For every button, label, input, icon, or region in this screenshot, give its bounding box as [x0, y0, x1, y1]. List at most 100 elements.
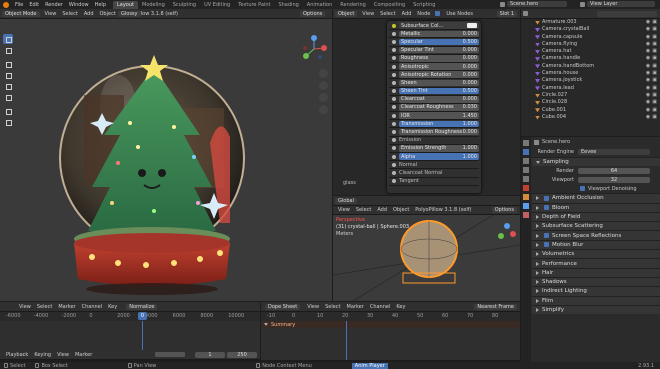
visibility-eye-icon[interactable]: ◉: [646, 77, 650, 84]
tab-texture-paint[interactable]: Texture Paint: [234, 1, 274, 9]
tab-compositing[interactable]: Compositing: [370, 1, 409, 9]
dope-menu-key[interactable]: Key: [393, 304, 408, 310]
panel-depth-of-field[interactable]: Depth of Field: [532, 211, 660, 222]
shader-prop-field[interactable]: Anisotropic Rotation 0.000: [399, 71, 479, 78]
shader-prop-row[interactable]: Emission Strength 1.000: [389, 145, 479, 153]
move-tool-icon[interactable]: [3, 59, 13, 69]
camera-view[interactable]: Perspective (31) crystal-ball | Sphere.0…: [333, 215, 520, 301]
visibility-eye-icon[interactable]: ◉: [646, 19, 650, 26]
shader-prop-row[interactable]: Transmission 1.000: [389, 120, 479, 129]
shader-menu-select[interactable]: Select: [377, 11, 398, 17]
shader-slot-selector[interactable]: Object: [335, 10, 358, 17]
shader-menu-node[interactable]: Node: [414, 11, 433, 17]
panel-ambient-occlusion[interactable]: Ambient Occlusion: [532, 193, 660, 203]
panel-enable-checkbox[interactable]: [544, 242, 549, 248]
outliner-item[interactable]: Camera.capsule ◉ ▣: [521, 33, 660, 41]
render-camera-icon[interactable]: ▣: [652, 41, 657, 48]
navigation-gizmo[interactable]: [300, 35, 328, 63]
start-frame-field[interactable]: 1: [195, 351, 225, 358]
outliner-item[interactable]: Armature.003 ◉ ▣: [521, 19, 660, 27]
shader-prop-field[interactable]: IOR 1.450: [399, 112, 479, 119]
panel-indirect-lighting[interactable]: Indirect Lighting: [532, 286, 660, 296]
shader-prop-field[interactable]: Alpha 1.000: [399, 153, 479, 160]
shader-prop-field[interactable]: Specular Tint 0.000: [399, 46, 479, 54]
camera-menu-select[interactable]: Select: [353, 207, 374, 213]
playhead-frame[interactable]: 0: [138, 312, 147, 320]
render-camera-icon[interactable]: ▣: [652, 114, 657, 121]
outliner[interactable]: Armature.003 ◉ ▣ Camera.crystalBall ◉ ▣ Camera…: [521, 19, 660, 136]
zoom-icon[interactable]: [319, 69, 328, 78]
pan-icon[interactable]: [319, 81, 328, 90]
visibility-eye-icon[interactable]: ◉: [646, 92, 650, 99]
panel-motion-blur[interactable]: Motion Blur: [532, 239, 660, 250]
camera-view-icon[interactable]: [319, 93, 328, 102]
properties-editor[interactable]: Scene.hero Render Engine Eevee Sampling …: [521, 137, 660, 362]
outliner-item[interactable]: Camera.handBottom ◉ ▣: [521, 62, 660, 71]
transform-tool-icon[interactable]: [3, 92, 13, 102]
panel-subsurface-scattering[interactable]: Subsurface Scattering: [532, 221, 660, 231]
sampling-panel-header[interactable]: Sampling: [532, 157, 660, 167]
viewport-menu-object[interactable]: Object: [97, 11, 119, 17]
play-controls-icon[interactable]: [155, 352, 186, 357]
render-camera-icon[interactable]: ▣: [652, 26, 657, 33]
panel-enable-checkbox[interactable]: [544, 233, 549, 239]
dope-menu-marker[interactable]: Marker: [344, 304, 367, 310]
rotate-tool-icon[interactable]: [3, 70, 13, 80]
mode-selector[interactable]: Object Mode: [2, 10, 40, 17]
outliner-item[interactable]: Circle.028 ◉ ▣: [521, 99, 660, 106]
modifier-tab-icon[interactable]: [523, 203, 529, 209]
visibility-eye-icon[interactable]: ◉: [646, 70, 650, 77]
shader-prop-field[interactable]: Specular 0.500: [399, 38, 479, 46]
cursor-tool-icon[interactable]: [3, 45, 13, 55]
shader-prop-row[interactable]: Normal: [389, 161, 479, 170]
shader-prop-field[interactable]: Clearcoat 0.000: [399, 96, 479, 103]
visibility-eye-icon[interactable]: ◉: [646, 63, 650, 70]
dope-sheet-ruler[interactable]: -10 0 10 20 30 40 50 60 70 80: [261, 312, 520, 321]
visibility-eye-icon[interactable]: ◉: [646, 55, 650, 62]
scale-tool-icon[interactable]: [3, 81, 13, 91]
end-frame-field[interactable]: 250: [227, 351, 257, 358]
camera-menu-view[interactable]: View: [335, 207, 353, 213]
3d-viewport[interactable]: [0, 19, 332, 301]
panel-performance[interactable]: Performance: [532, 258, 660, 268]
scene-selector[interactable]: Scene.hero: [500, 1, 567, 7]
render-camera-icon[interactable]: ▣: [652, 34, 657, 41]
playback-menu-playback[interactable]: Playback: [3, 352, 31, 358]
tool-tab-icon[interactable]: [523, 140, 529, 146]
shader-prop-row[interactable]: Metallic 0.000: [389, 30, 479, 39]
viewport-menu-add[interactable]: Add: [81, 11, 97, 17]
shader-prop-field[interactable]: Roughness 0.000: [399, 55, 479, 62]
transform-orientation[interactable]: Global: [335, 197, 357, 204]
summary-row[interactable]: Summary: [261, 321, 520, 328]
shader-prop-field[interactable]: Transmission 1.000: [399, 120, 479, 128]
camera-header-item[interactable]: PolyoPillow 3.1.8 (self): [412, 207, 474, 213]
visibility-eye-icon[interactable]: ◉: [646, 26, 650, 33]
panel-volumetrics[interactable]: Volumetrics: [532, 249, 660, 259]
blender-logo-icon[interactable]: [3, 1, 9, 8]
outliner-item[interactable]: Cube.001 ◉ ▣: [521, 106, 660, 114]
viewport-samples-field[interactable]: 32: [578, 176, 650, 183]
graph-menu-view[interactable]: View: [16, 304, 34, 310]
render-engine-select[interactable]: Eevee: [578, 149, 650, 155]
shader-prop-row[interactable]: Clearcoat Normal: [389, 169, 479, 178]
panel-bloom[interactable]: Bloom: [532, 202, 660, 212]
playback-menu-view[interactable]: View: [54, 352, 72, 358]
graph-menu-marker[interactable]: Marker: [55, 304, 78, 310]
outliner-item[interactable]: Camera.joystick ◉ ▣: [521, 77, 660, 85]
outliner-item[interactable]: Camera.handle ◉ ▣: [521, 55, 660, 62]
shader-prop-row[interactable]: Transmission Roughness 0.000: [389, 128, 479, 137]
graph-menu-channel[interactable]: Channel: [79, 304, 106, 310]
panel-screen-space-reflections[interactable]: Screen Space Reflections: [532, 230, 660, 240]
output-tab-icon[interactable]: [523, 158, 529, 164]
viewport-menu-select[interactable]: Select: [59, 11, 80, 17]
subsurface-color-field[interactable]: Subsurface Col...: [389, 22, 479, 31]
render-camera-icon[interactable]: ▣: [652, 99, 657, 106]
outliner-item[interactable]: Cube.004 ◉ ▣: [521, 114, 660, 121]
annotate-tool-icon[interactable]: [3, 106, 13, 116]
outliner-filter[interactable]: [597, 10, 657, 17]
outliner-item[interactable]: Camera.house ◉ ▣: [521, 70, 660, 77]
shader-prop-row[interactable]: Anisotropic Rotation 0.000: [389, 71, 479, 80]
panel-hair[interactable]: Hair: [532, 267, 660, 277]
shader-prop-row[interactable]: Clearcoat 0.000: [389, 96, 479, 104]
snap-mode[interactable]: Nearest Frame: [474, 303, 517, 310]
